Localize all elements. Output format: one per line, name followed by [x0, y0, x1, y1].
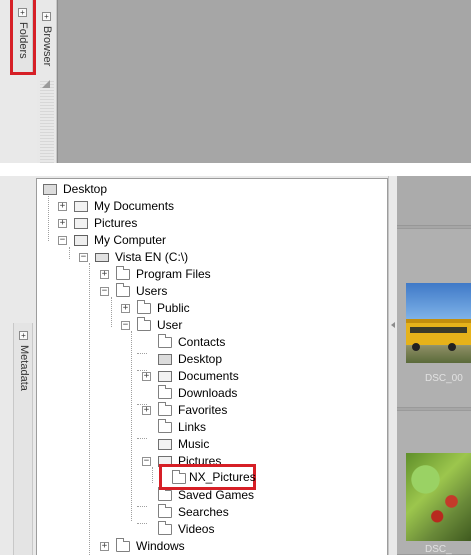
thumbnail-card[interactable]: DSC_ — [397, 410, 471, 555]
tree-item-nx-pictures-highlighted[interactable]: NX_Pictures — [159, 464, 256, 490]
thumbnail-caption: DSC_ — [425, 544, 452, 555]
folder-icon — [158, 419, 172, 433]
tree-item-label: NX_Pictures — [189, 470, 256, 484]
tree-item[interactable]: + Program Files — [37, 266, 377, 283]
tree-item-label: Links — [178, 420, 207, 434]
tree-item[interactable]: Downloads — [37, 385, 377, 402]
tree-item-label: Favorites — [178, 403, 228, 417]
collapse-icon[interactable]: − — [142, 457, 151, 466]
folders-expand-icon[interactable]: + — [18, 8, 27, 17]
computer-icon — [74, 235, 88, 246]
tree-item[interactable]: Music — [37, 436, 377, 453]
pictures-folder-icon — [74, 218, 88, 229]
music-folder-icon — [158, 439, 172, 450]
expand-icon[interactable]: + — [100, 542, 109, 551]
tree-item-label: Searches — [178, 505, 229, 519]
metadata-tab-label: Metadata — [18, 345, 30, 391]
tree-item[interactable]: + Documents — [37, 368, 377, 385]
folders-tab[interactable]: + Folders — [13, 0, 33, 74]
tree-item-label: Documents — [178, 369, 239, 383]
drive-icon — [95, 253, 109, 262]
thumbnail-area: DSC_00 DSC_ — [397, 176, 471, 555]
folder-icon — [116, 283, 130, 297]
folder-icon — [158, 385, 172, 399]
thumbnail-header — [397, 176, 471, 226]
collapse-icon[interactable]: − — [58, 236, 67, 245]
folder-icon — [158, 334, 172, 348]
folder-icon — [158, 402, 172, 416]
folder-icon — [137, 300, 151, 314]
tree-item-label: Users — [136, 284, 168, 298]
tree-item-label: Pictures — [94, 216, 138, 230]
tree-item-label: Contacts — [178, 335, 226, 349]
tree-item-label: Program Files — [136, 267, 211, 281]
tree-item-label: Videos — [178, 522, 215, 536]
tree-item-label: My Computer — [94, 233, 167, 247]
folder-icon — [116, 538, 130, 552]
tree-item[interactable]: + My Documents — [37, 198, 377, 215]
folders-tab-label: Folders — [17, 22, 29, 59]
metadata-expand-icon[interactable]: + — [19, 331, 28, 340]
desktop-icon — [43, 184, 57, 195]
folder-icon — [172, 470, 186, 484]
top-content-area — [57, 0, 471, 163]
collapse-icon[interactable]: − — [79, 253, 88, 262]
tree-item[interactable]: + Public — [37, 300, 377, 317]
folder-icon — [116, 266, 130, 280]
browser-resize-grip[interactable] — [40, 80, 54, 163]
panel-splitter[interactable] — [388, 176, 397, 555]
expand-icon[interactable]: + — [100, 270, 109, 279]
tree-item[interactable]: + Windows — [37, 538, 377, 555]
tree-item-label: Music — [178, 437, 210, 451]
thumbnail-card[interactable]: DSC_00 — [397, 228, 471, 408]
tree-item-label: User — [157, 318, 183, 332]
browser-expand-icon[interactable]: + — [42, 12, 51, 21]
photo-berries — [406, 453, 471, 541]
desktop-icon — [158, 354, 172, 365]
tree-item[interactable]: + Pictures — [37, 215, 377, 232]
photo-school-bus — [406, 283, 471, 363]
thumbnail-caption: DSC_00 — [425, 373, 463, 384]
tree-item[interactable]: Desktop — [37, 351, 377, 368]
documents-folder-icon — [158, 371, 172, 382]
collapse-arrow-icon[interactable] — [391, 322, 395, 328]
top-panel: + Folders + Browser — [0, 0, 471, 163]
folder-tree: Desktop + My Documents + Pictures − My Compute… — [36, 178, 388, 555]
browser-tab-label: Browser — [41, 26, 53, 67]
tree-item[interactable]: Desktop — [37, 181, 377, 198]
expand-icon[interactable]: + — [58, 202, 67, 211]
tree-item-label: Desktop — [63, 182, 108, 196]
expand-icon[interactable]: + — [121, 304, 130, 313]
tree-item[interactable]: − My Computer — [37, 232, 377, 249]
collapse-icon[interactable]: − — [121, 321, 130, 330]
expand-icon[interactable]: + — [142, 372, 151, 381]
tree-item-label: Public — [157, 301, 190, 315]
metadata-tab[interactable]: + Metadata — [13, 323, 33, 555]
expand-icon[interactable]: + — [142, 406, 151, 415]
tree-item[interactable]: − User — [37, 317, 377, 334]
tree-item-label: My Documents — [94, 199, 175, 213]
tree-item[interactable]: − Users — [37, 283, 377, 300]
folder-icon — [158, 521, 172, 535]
folder-icon — [158, 487, 172, 501]
folder-icon — [158, 504, 172, 518]
documents-folder-icon — [74, 201, 88, 212]
tree-item[interactable]: − Vista EN (C:\) — [37, 249, 377, 266]
tree-item[interactable]: Videos — [37, 521, 377, 538]
expand-icon[interactable]: + — [58, 219, 67, 228]
folder-icon — [137, 317, 151, 331]
bottom-panel: + Metadata Desktop + My Documents + Pictures… — [0, 176, 471, 555]
tree-item-label: Vista EN (C:\) — [115, 250, 189, 264]
tree-item-label: Desktop — [178, 352, 223, 366]
tree-item[interactable]: Links — [37, 419, 377, 436]
tree-item-label: Downloads — [178, 386, 238, 400]
tree-item[interactable]: Contacts — [37, 334, 377, 351]
tree-item-label: Windows — [136, 539, 185, 553]
tree-item[interactable]: Searches — [37, 504, 377, 521]
collapse-icon[interactable]: − — [100, 287, 109, 296]
tree-item[interactable]: + Favorites — [37, 402, 377, 419]
resize-corner-icon — [42, 80, 50, 88]
